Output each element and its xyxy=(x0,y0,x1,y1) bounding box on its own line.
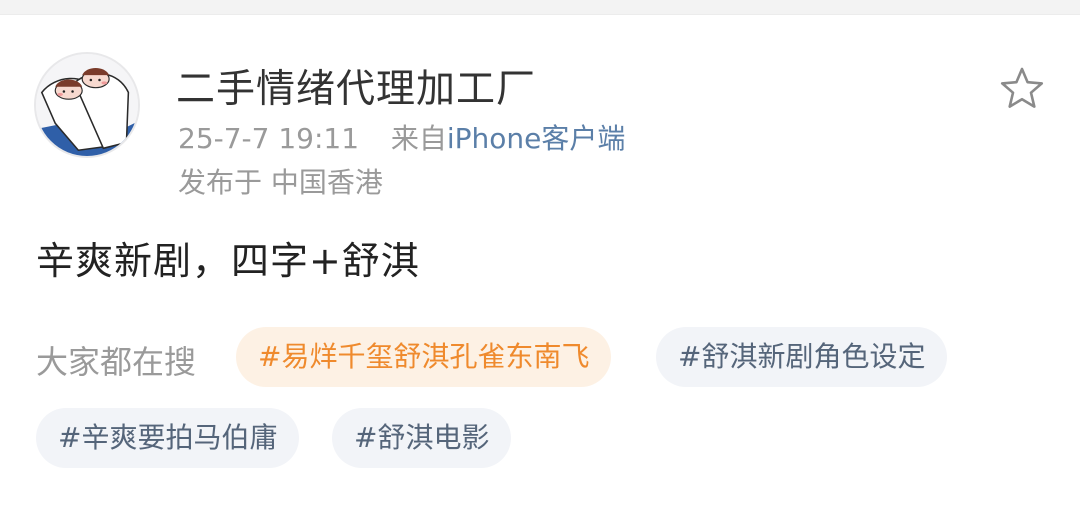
avatar[interactable] xyxy=(34,52,140,158)
username[interactable]: 二手情绪代理加工厂 xyxy=(176,58,536,114)
search-tag-hot[interactable]: #易烊千玺舒淇孔雀东南飞 xyxy=(236,327,612,387)
search-tag[interactable]: #辛爽要拍马伯庸 xyxy=(36,408,300,468)
post-text: 辛爽新剧，四字+舒淇 xyxy=(36,239,420,283)
post-timestamp: 25-7-7 19:11 xyxy=(178,122,360,155)
star-icon[interactable] xyxy=(999,66,1045,110)
post-location: 发布于 中国香港 xyxy=(178,166,383,199)
top-divider xyxy=(0,0,1080,15)
search-tag[interactable]: #舒淇电影 xyxy=(332,408,512,468)
source-link[interactable]: iPhone客户端 xyxy=(447,122,626,155)
source-prefix: 来自 xyxy=(390,122,447,155)
search-tag[interactable]: #舒淇新剧角色设定 xyxy=(656,327,948,387)
post-meta: 25-7-7 19:11 来自iPhone客户端 xyxy=(178,117,625,157)
cartoon-avatar-icon xyxy=(36,54,138,156)
search-label: 大家都在搜 xyxy=(36,343,197,381)
